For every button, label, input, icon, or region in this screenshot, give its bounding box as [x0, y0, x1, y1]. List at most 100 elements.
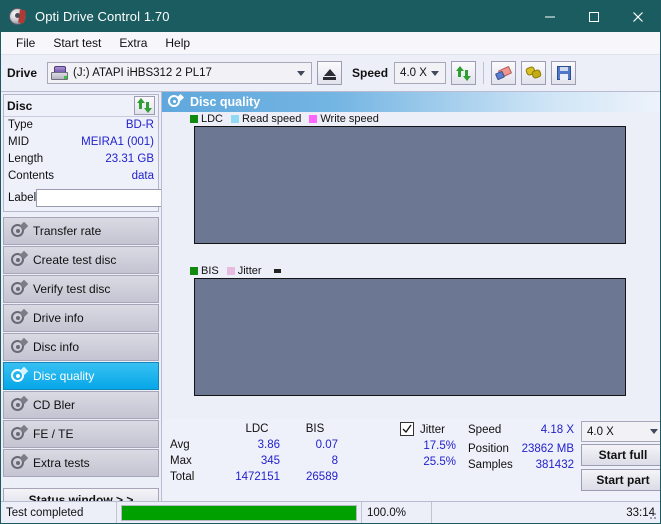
app-window: Opti Drive Control 1.70 File Start test …: [0, 0, 661, 524]
disc-contents-value: data: [131, 170, 154, 182]
legend-swatch-write-speed: [309, 115, 318, 123]
speed-select[interactable]: 4.0 X: [394, 62, 447, 84]
stats-row-total: Total: [170, 471, 195, 483]
disc-icon: [10, 453, 29, 471]
status-bar: Test completed 100.0% 33:14: [1, 501, 660, 523]
stats-panel: LDC BIS Avg 3.86 0.07 Max 345 8 Total 14…: [162, 419, 660, 505]
maximize-icon[interactable]: [572, 1, 616, 32]
stats-avg-ldc: 3.86: [257, 439, 280, 451]
sidebar-item-drive-info[interactable]: Drive info: [3, 304, 159, 332]
minimize-icon[interactable]: [528, 1, 572, 32]
disc-icon: [10, 366, 29, 384]
legend-swatch-ldc: [190, 115, 198, 123]
stats-avg-bis: 0.07: [315, 439, 338, 451]
resize-grip[interactable]: [646, 509, 658, 521]
sidebar-item-disc-info[interactable]: Disc info: [3, 333, 159, 361]
toolbar-divider: [483, 62, 485, 84]
menu-file[interactable]: File: [7, 34, 44, 52]
sidebar-item-label: Disc info: [33, 340, 80, 354]
start-part-button[interactable]: Start part: [581, 469, 660, 491]
sidebar-item-label: FE / TE: [33, 427, 74, 441]
stats-total-bis: 26589: [306, 471, 338, 483]
disc-row-type: Type BD-R: [4, 117, 158, 134]
jitter-max-value: 25.5%: [423, 456, 456, 468]
disc-icon: [10, 221, 29, 239]
legend-swatch-read-speed: [231, 115, 240, 123]
content-header: Disc quality: [162, 92, 660, 112]
legend-write-speed: Write speed: [309, 113, 379, 125]
main-body: Disc Type BD-R MID MEIRA1 (001) Length 2…: [1, 92, 660, 511]
menu-start-test[interactable]: Start test: [44, 34, 110, 52]
menu-bar: File Start test Extra Help: [1, 32, 660, 55]
save-icon: [556, 66, 571, 80]
sidebar-item-extra-tests[interactable]: Extra tests: [3, 449, 159, 477]
test-speed-select[interactable]: 4.0 X: [581, 421, 660, 442]
sidebar-item-fe-te[interactable]: FE / TE: [3, 420, 159, 448]
disc-icon: [10, 308, 29, 326]
eraser-icon: [494, 65, 512, 80]
top-chart-legend: LDC Read speed Write speed: [162, 112, 660, 126]
legend-read-speed: Read speed: [231, 113, 301, 125]
disc-icon: [10, 279, 29, 297]
bottom-chart-legend: BIS Jitter: [162, 264, 660, 278]
disc-icon: [10, 250, 29, 268]
speed-stat-label: Speed: [468, 424, 502, 436]
drive-select-value: (J:) ATAPI iHBS312 2 PL17: [73, 67, 212, 79]
start-full-button[interactable]: Start full: [581, 444, 660, 466]
top-chart-plot[interactable]: [194, 126, 626, 244]
check-icon: [402, 424, 412, 434]
sidebar-item-label: Create test disc: [33, 253, 117, 267]
erase-button[interactable]: [491, 61, 517, 85]
sidebar-item-disc-quality[interactable]: Disc quality: [3, 362, 159, 390]
bottom-chart-plot[interactable]: [194, 278, 626, 396]
page-title: Disc quality: [190, 95, 261, 109]
app-disc-icon: [9, 7, 27, 26]
drive-select[interactable]: (J:) ATAPI iHBS312 2 PL17: [47, 62, 313, 84]
disc-length-label: Length: [8, 153, 44, 165]
legend-label-write-speed: Write speed: [320, 113, 379, 125]
disc-type-value: BD-R: [125, 119, 154, 131]
sidebar-item-label: Disc quality: [33, 369, 95, 383]
progress-bar: [116, 501, 361, 523]
sidebar-item-create-test-disc[interactable]: Create test disc: [3, 246, 159, 274]
disc-row-mid: MID MEIRA1 (001): [4, 134, 158, 151]
plug-icon: [524, 65, 542, 80]
close-icon[interactable]: [616, 1, 660, 32]
refresh-drive-button[interactable]: [451, 61, 477, 85]
disc-panel-header: Disc: [4, 95, 158, 117]
legend-label-read-speed: Read speed: [242, 113, 302, 125]
sidebar-item-verify-test-disc[interactable]: Verify test disc: [3, 275, 159, 303]
sidebar-item-label: CD Bler: [33, 398, 76, 412]
disc-icon: [10, 395, 29, 413]
chevron-down-icon: [297, 70, 306, 76]
disc-label-row: Label: [4, 185, 240, 211]
disc-type-label: Type: [8, 119, 33, 131]
progress-fill: [122, 505, 356, 520]
window-controls: [528, 1, 660, 32]
disc-mid-label: MID: [8, 136, 30, 148]
stats-row-avg: Avg: [170, 439, 190, 451]
sidebar-item-transfer-rate[interactable]: Transfer rate: [3, 217, 159, 245]
elapsed-time: 33:14: [431, 501, 660, 523]
disc-contents-label: Contents: [8, 170, 55, 182]
stats-total-ldc: 1472151: [235, 471, 280, 483]
eject-button[interactable]: [317, 61, 343, 85]
menu-extra[interactable]: Extra: [110, 34, 156, 52]
save-button[interactable]: [551, 61, 577, 85]
title-bar: Opti Drive Control 1.70: [1, 1, 660, 32]
content-panel: Disc quality LDC Read speed Write speed: [161, 92, 660, 505]
sidebar-item-cd-bler[interactable]: CD Bler: [3, 391, 159, 419]
jitter-checkbox[interactable]: [400, 422, 414, 436]
sidebar-item-label: Extra tests: [33, 456, 90, 470]
stats-col-ldc: LDC: [245, 423, 269, 435]
status-message: Test completed: [6, 506, 84, 519]
sidebar-item-label: Transfer rate: [33, 224, 102, 238]
plug-button[interactable]: [521, 61, 547, 85]
samples-stat-value: 381432: [535, 459, 574, 471]
progress-percent: 100.0%: [361, 501, 431, 523]
disc-refresh-button[interactable]: [134, 96, 155, 115]
legend-marker-extra: [273, 269, 281, 273]
chevron-down-icon: [650, 429, 658, 434]
disc-row-contents: Contents data: [4, 168, 158, 185]
menu-help[interactable]: Help: [156, 34, 199, 52]
